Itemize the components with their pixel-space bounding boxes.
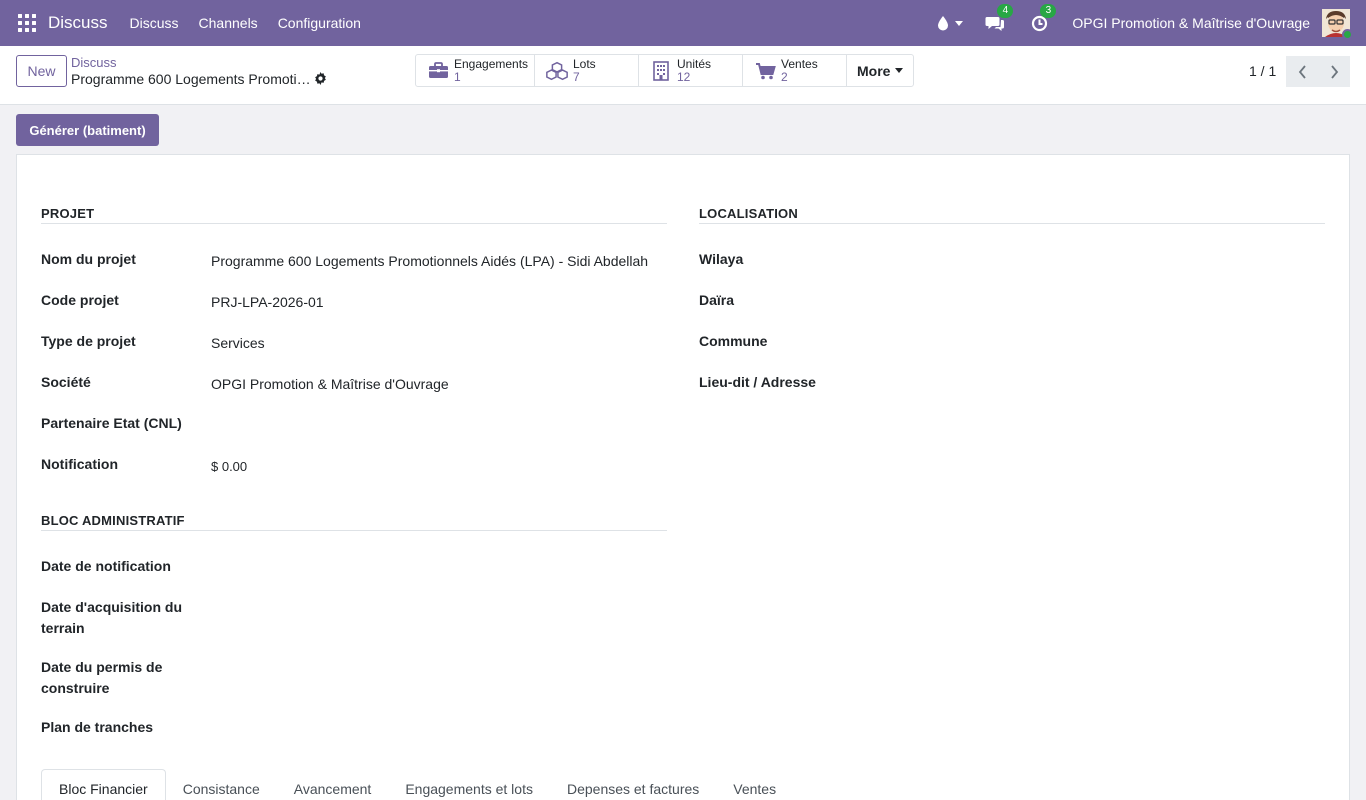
field-label-date-notification: Date de notification (41, 558, 171, 574)
smart-button-label: Engagements (454, 56, 529, 71)
app-brand[interactable]: Discuss (48, 13, 108, 33)
field-label-partenaire-etat: Partenaire Etat (CNL) (41, 415, 182, 431)
field-label-adresse: Lieu-dit / Adresse (699, 374, 816, 390)
nav-menu: Discuss Channels Configuration (120, 15, 371, 31)
field-label-commune: Commune (699, 333, 768, 349)
smart-button-ventes[interactable]: Ventes 2 (743, 55, 847, 86)
field-label-date-permis: Date du permis de construire (41, 659, 163, 696)
field-label-wilaya: Wilaya (699, 251, 744, 267)
field-value-nom-projet[interactable]: Programme 600 Logements Promotionnels Ai… (211, 253, 648, 269)
field-label-plan-tranches: Plan de tranches (41, 719, 154, 735)
field-value-notification[interactable]: $ 0.00 (211, 459, 247, 474)
breadcrumb[interactable]: Discuss (71, 55, 117, 70)
nav-item-discuss[interactable]: Discuss (120, 15, 189, 31)
tab-engagements-lots[interactable]: Engagements et lots (388, 769, 550, 800)
field-value-code-projet[interactable]: PRJ-LPA-2026-01 (211, 294, 324, 310)
app-menu-grid-icon[interactable] (18, 14, 36, 32)
tab-depenses-factures[interactable]: Depenses et factures (550, 769, 716, 800)
field-label-notification: Notification (41, 456, 118, 472)
form-sheet: PROJET Nom du projet Programme 600 Logem… (16, 154, 1350, 800)
field-label-code-projet: Code projet (41, 292, 119, 308)
field-label-daira: Daïra (699, 292, 735, 308)
company-switcher[interactable]: OPGI Promotion & Maîtrise d'Ouvrage (1072, 15, 1310, 31)
online-status-dot (1342, 29, 1353, 40)
smart-button-label: Lots (573, 56, 596, 71)
tab-ventes[interactable]: Ventes (716, 769, 793, 800)
pager-next-button[interactable] (1318, 56, 1350, 87)
field-label-societe: Société (41, 374, 91, 390)
group-title-bloc-administratif: BLOC ADMINISTRATIF (41, 513, 667, 531)
field-value-societe[interactable]: OPGI Promotion & Maîtrise d'Ouvrage (211, 376, 449, 392)
gear-icon[interactable] (314, 72, 327, 88)
field-value-type-projet[interactable]: Services (211, 335, 265, 351)
tab-consistance[interactable]: Consistance (166, 769, 277, 800)
cubes-icon (545, 61, 569, 81)
more-label: More (857, 62, 891, 79)
pager-previous-button[interactable] (1286, 56, 1318, 87)
user-avatar[interactable] (1322, 9, 1353, 40)
nav-item-configuration[interactable]: Configuration (268, 15, 371, 31)
smart-button-value: 7 (573, 69, 580, 84)
debug-drop-icon[interactable] (937, 15, 964, 31)
chevron-down-icon (895, 68, 904, 73)
control-panel: New Discuss Programme 600 Logements Prom… (0, 46, 1366, 105)
more-dropdown-button[interactable]: More (847, 55, 913, 86)
smart-button-value: 12 (677, 69, 691, 84)
smart-button-engagements[interactable]: Engagements 1 (416, 55, 535, 86)
generate-building-button[interactable]: Générer (batiment) (16, 114, 159, 146)
navbar-systray: 4 3 OPGI Promotion & Maîtrise d'Ouvrage (937, 0, 1366, 46)
field-label-date-acquisition: Date d'acquisition du terrain (41, 599, 183, 636)
tab-bloc-financier[interactable]: Bloc Financier (41, 769, 166, 800)
smart-buttons: Engagements 1 Lots 7 Unités 12 Ventes 2 … (415, 54, 915, 87)
activities-badge: 3 (1040, 3, 1057, 18)
new-button[interactable]: New (16, 55, 67, 87)
cart-icon (753, 62, 777, 80)
messages-badge: 4 (997, 3, 1014, 18)
field-value-partenaire-etat[interactable] (211, 417, 651, 437)
nav-item-channels[interactable]: Channels (189, 15, 268, 31)
briefcase-icon (426, 62, 450, 79)
activities-clock-icon[interactable]: 3 (1031, 3, 1057, 32)
notebook-tabs: Bloc Financier Consistance Avancement En… (41, 769, 1327, 800)
field-label-type-projet: Type de projet (41, 333, 136, 349)
pager-value[interactable]: 1 / 1 (1249, 63, 1276, 79)
top-navbar: Discuss Discuss Channels Configuration 4… (0, 0, 1366, 46)
smart-button-lots[interactable]: Lots 7 (535, 55, 639, 86)
tab-avancement[interactable]: Avancement (277, 769, 389, 800)
smart-button-label: Unités (677, 56, 712, 71)
smart-button-value: 2 (781, 69, 788, 84)
smart-button-unites[interactable]: Unités 12 (639, 55, 743, 86)
chevron-left-icon (1298, 64, 1306, 79)
smart-button-label: Ventes (781, 56, 818, 71)
group-title-projet: PROJET (41, 206, 667, 224)
messages-icon[interactable]: 4 (985, 3, 1014, 32)
smart-button-value: 1 (454, 69, 461, 84)
field-label-nom-projet: Nom du projet (41, 251, 136, 267)
building-icon (649, 60, 673, 81)
group-title-localisation: LOCALISATION (699, 206, 1325, 224)
chevron-right-icon (1330, 64, 1338, 79)
record-title: Programme 600 Logements Promotionnels Ai… (71, 71, 311, 87)
